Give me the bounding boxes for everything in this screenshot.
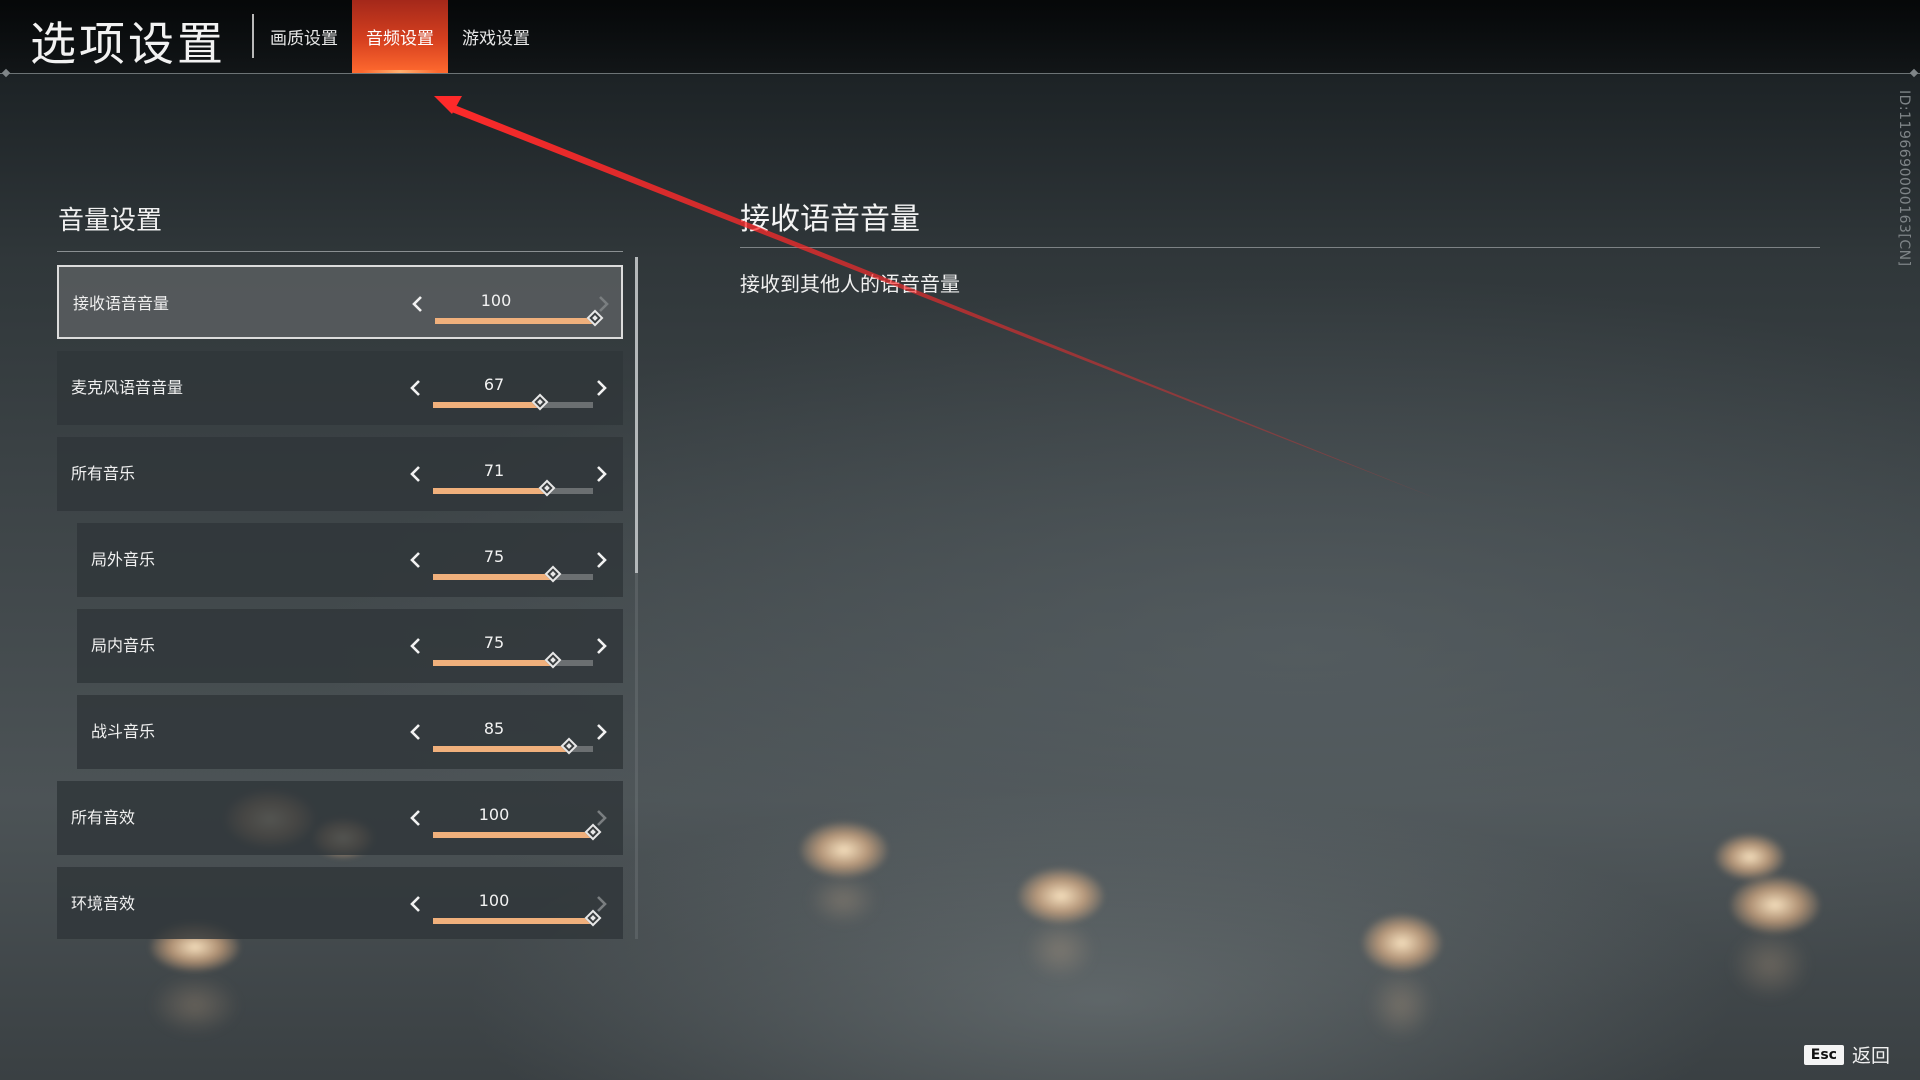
increase-chevron-right-icon[interactable] [590,631,612,661]
volume-slider-fill [433,746,569,752]
volume-slider[interactable] [433,651,593,669]
volume-slider-fill [433,660,553,666]
volume-row[interactable]: 所有音效 100 [57,781,623,855]
annotation-arrow-head [434,96,462,114]
increase-chevron-right-icon[interactable] [590,373,612,403]
back-button[interactable]: Esc 返回 [1803,1041,1890,1068]
scrollbar-thumb[interactable] [635,257,638,573]
volume-slider-fill [433,918,593,924]
detail-description: 接收到其他人的语音音量 [740,272,960,296]
increase-chevron-right-icon[interactable] [590,459,612,489]
volume-row[interactable]: 局外音乐 75 [77,523,623,597]
increase-chevron-right-icon[interactable] [590,545,612,575]
title-separator [252,14,254,58]
settings-tabs: 画质设置 音频设置 游戏设置 [256,0,544,73]
volume-slider-fill [433,574,553,580]
volume-value: 100 [478,891,510,910]
decrease-chevron-left-icon[interactable] [405,803,427,833]
esc-key-icon: Esc [1803,1044,1844,1065]
volume-row[interactable]: 环境音效 100 [57,867,623,939]
volume-row-label: 战斗音乐 [91,722,156,741]
volume-slider[interactable] [433,823,602,841]
increase-chevron-right-icon[interactable] [590,717,612,747]
volume-row-label: 环境音效 [71,894,136,913]
volume-slider[interactable] [433,479,593,497]
volume-value: 71 [483,461,505,480]
volume-row[interactable]: 接收语音音量 100 [57,265,623,339]
volume-slider[interactable] [433,393,593,411]
volume-row-label: 所有音乐 [71,464,136,483]
volume-row-label: 接收语音音量 [73,294,170,313]
volume-value: 85 [483,719,505,738]
volume-value: 100 [478,805,510,824]
page-title: 选项设置 [30,17,226,71]
volume-row-label: 麦克风语音音量 [71,378,184,397]
volume-slider[interactable] [435,309,604,327]
volume-value: 100 [480,291,512,310]
volume-row-label: 局内音乐 [91,636,156,655]
volume-slider-fill [433,402,540,408]
tab-game[interactable]: 游戏设置 [448,0,544,73]
volume-row[interactable]: 所有音乐 71 [57,437,623,511]
decrease-chevron-left-icon[interactable] [405,889,427,919]
volume-row-label: 局外音乐 [91,550,156,569]
volume-value: 75 [483,547,505,566]
header-divider [0,68,1920,78]
decrease-chevron-left-icon[interactable] [407,289,429,319]
volume-slider-fill [433,832,593,838]
build-id-label: ID:1196690000163[CN] [1896,90,1912,267]
volume-settings-list: 接收语音音量 100 麦克风语音音量 67 所有音乐 71 局外音乐 75 局内音乐 75 战斗音乐… [57,265,623,939]
section-divider [57,251,623,252]
section-title: 音量设置 [58,206,163,236]
decrease-chevron-left-icon[interactable] [405,373,427,403]
decrease-chevron-left-icon[interactable] [405,717,427,747]
volume-slider-fill [433,488,547,494]
detail-title: 接收语音音量 [740,202,920,237]
volume-slider-fill [435,318,595,324]
tab-graphics[interactable]: 画质设置 [256,0,352,73]
decrease-chevron-left-icon[interactable] [405,631,427,661]
volume-value: 75 [483,633,505,652]
volume-row-label: 所有音效 [71,808,136,827]
volume-slider[interactable] [433,737,593,755]
volume-slider[interactable] [433,909,602,927]
volume-value: 67 [483,375,505,394]
volume-slider[interactable] [433,565,593,583]
back-label: 返回 [1851,1045,1890,1067]
tab-audio[interactable]: 音频设置 [352,0,448,73]
volume-row[interactable]: 局内音乐 75 [77,609,623,683]
decrease-chevron-left-icon[interactable] [405,459,427,489]
volume-row[interactable]: 麦克风语音音量 67 [57,351,623,425]
decrease-chevron-left-icon[interactable] [405,545,427,575]
volume-row[interactable]: 战斗音乐 85 [77,695,623,769]
detail-divider [740,247,1820,248]
